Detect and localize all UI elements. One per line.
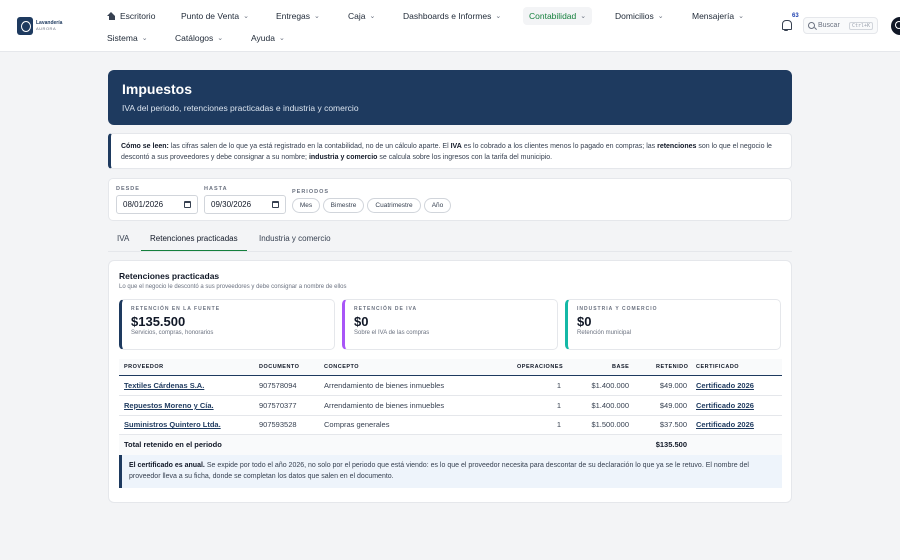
page-title: Impuestos xyxy=(122,81,193,97)
col-certificado: CERTIFICADO xyxy=(696,364,740,370)
search-button[interactable]: Buscar Ctrl+K xyxy=(803,17,878,34)
search-shortcut: Ctrl+K xyxy=(848,21,873,30)
calendar-icon xyxy=(184,201,191,208)
supplier-link[interactable]: Suministros Quintero Ltda. xyxy=(124,420,221,429)
kpi-retencion-fuente: RETENCIÓN EN LA FUENTE $135.500 Servicio… xyxy=(119,299,335,350)
nav-ayuda[interactable]: Ayuda ⌄ xyxy=(251,31,285,45)
chevron-down-icon: ⌄ xyxy=(738,13,744,20)
supplier-link[interactable]: Repuestos Moreno y Cía. xyxy=(124,401,214,410)
reading-guide: Cómo se leen: las cifras salen de lo que… xyxy=(108,133,792,169)
top-navigation: Lavandería AURORA Escritorio Punto de Ve… xyxy=(0,0,900,52)
brand-logo-mark xyxy=(17,17,33,35)
nav-contabilidad[interactable]: Contabilidad ⌄ xyxy=(523,7,593,25)
kpi-retencion-iva: RETENCIÓN DE IVA $0 Sobre el IVA de las … xyxy=(342,299,558,350)
col-documento: DOCUMENTO xyxy=(259,364,300,370)
nav-escritorio[interactable]: Escritorio xyxy=(107,9,155,23)
chevron-down-icon: ⌄ xyxy=(369,13,376,20)
nav-entregas[interactable]: Entregas ⌄ xyxy=(276,9,320,23)
table-total-row: Total retenido en el periodo $135.500 xyxy=(119,435,782,455)
chevron-down-icon: ⌄ xyxy=(657,13,664,20)
nav-caja[interactable]: Caja ⌄ xyxy=(348,9,375,23)
nav-punto-de-venta[interactable]: Punto de Venta ⌄ xyxy=(181,9,249,23)
tab-industria-comercio[interactable]: Industria y comercio xyxy=(259,234,331,252)
col-concepto: CONCEPTO xyxy=(324,364,360,370)
chevron-down-icon: ⌄ xyxy=(243,13,250,20)
section-title: Retenciones practicadas xyxy=(119,271,220,281)
col-proveedor: PROVEEDOR xyxy=(124,364,164,370)
home-icon xyxy=(107,12,116,20)
total-label: Total retenido en el periodo xyxy=(124,440,222,449)
chevron-down-icon: ⌄ xyxy=(141,35,148,42)
chevron-down-icon: ⌄ xyxy=(278,35,285,42)
certificate-note: El certificado es anual. Se expide por t… xyxy=(119,455,782,488)
tab-retenciones[interactable]: Retenciones practicadas xyxy=(141,234,247,252)
tab-iva[interactable]: IVA xyxy=(117,234,129,252)
notification-count: 63 xyxy=(792,13,799,19)
period-cuatrimestre-button[interactable]: Cuatrimestre xyxy=(367,198,421,213)
chevron-down-icon: ⌄ xyxy=(580,13,587,20)
page-header: Impuestos IVA del periodo, retenciones p… xyxy=(108,70,792,125)
to-label: HASTA xyxy=(204,186,228,192)
retenciones-card: Retenciones practicadas Lo que el negoci… xyxy=(108,260,792,503)
nav-catalogos[interactable]: Catálogos ⌄ xyxy=(175,31,223,45)
brand-sub: AURORA xyxy=(36,26,57,31)
bell-icon[interactable] xyxy=(781,19,792,31)
user-avatar[interactable] xyxy=(891,17,900,35)
section-subtitle: Lo que el negocio le descontó a sus prov… xyxy=(119,284,347,290)
certificate-link[interactable]: Certificado 2026 xyxy=(696,381,754,390)
col-retenido: RETENIDO xyxy=(656,364,689,370)
table-row: Repuestos Moreno y Cía. 907570377 Arrend… xyxy=(119,396,782,416)
table-header: PROVEEDOR DOCUMENTO CONCEPTO OPERACIONES… xyxy=(119,359,782,376)
col-operaciones: OPERACIONES xyxy=(517,364,564,370)
period-bimestre-button[interactable]: Bimestre xyxy=(323,198,364,213)
chevron-down-icon: ⌄ xyxy=(217,35,224,42)
table-row: Textiles Cárdenas S.A. 907578094 Arrenda… xyxy=(119,376,782,396)
nav-sistema[interactable]: Sistema ⌄ xyxy=(107,31,148,45)
nav-dashboards-informes[interactable]: Dashboards e Informes ⌄ xyxy=(403,9,501,23)
calendar-icon xyxy=(272,201,279,208)
kpi-industria-comercio: INDUSTRIA Y COMERCIO $0 Retención munici… xyxy=(565,299,781,350)
to-date-input[interactable]: 09/30/2026 xyxy=(204,195,286,214)
search-label: Buscar xyxy=(818,22,840,29)
supplier-link[interactable]: Textiles Cárdenas S.A. xyxy=(124,381,204,390)
period-ano-button[interactable]: Año xyxy=(424,198,451,213)
total-value: $135.500 xyxy=(655,440,687,449)
tabs-divider xyxy=(108,251,792,252)
brand-logo[interactable]: Lavandería AURORA xyxy=(17,16,63,36)
from-label: DESDE xyxy=(116,186,140,192)
chevron-down-icon: ⌄ xyxy=(495,13,502,20)
nav-mensajeria[interactable]: Mensajería ⌄ xyxy=(692,9,744,23)
periods-label: PERIODOS xyxy=(292,189,330,195)
col-base: BASE xyxy=(612,364,630,370)
certificate-link[interactable]: Certificado 2026 xyxy=(696,420,754,429)
chevron-down-icon: ⌄ xyxy=(314,13,320,20)
from-date-input[interactable]: 08/01/2026 xyxy=(116,195,198,214)
period-mes-button[interactable]: Mes xyxy=(292,198,320,213)
nav-domicilios[interactable]: Domicilios ⌄ xyxy=(615,9,664,23)
table-row: Suministros Quintero Ltda. 907593528 Com… xyxy=(119,415,782,435)
search-icon xyxy=(808,22,815,29)
page-subtitle: IVA del periodo, retenciones practicadas… xyxy=(122,103,359,113)
certificate-link[interactable]: Certificado 2026 xyxy=(696,401,754,410)
